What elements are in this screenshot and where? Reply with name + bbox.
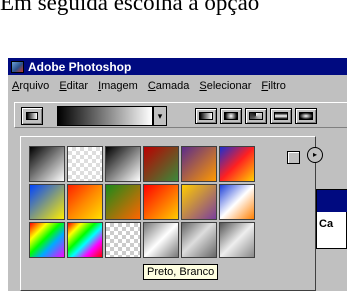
menu-arquivo-label: rquivo — [19, 80, 50, 92]
gradient-swatch[interactable] — [181, 184, 217, 220]
gradient-swatch[interactable] — [105, 146, 141, 182]
menu-arquivo[interactable]: Arquivo — [12, 80, 49, 92]
photoshop-app-icon — [11, 60, 24, 73]
menu-imagem[interactable]: Imagem — [98, 80, 138, 92]
gradient-swatch[interactable] — [219, 222, 255, 258]
gradient-swatch[interactable] — [143, 146, 179, 182]
gradient-swatch[interactable] — [219, 146, 255, 182]
instruction-caption: Em seguida escolha a opção — [0, 0, 260, 15]
gradient-swatch[interactable] — [29, 184, 65, 220]
menu-filtro[interactable]: Filtro — [261, 80, 285, 92]
photoshop-window: Adobe Photoshop Arquivo Editar Imagem Ca… — [8, 58, 347, 291]
gradient-tool-button[interactable] — [21, 107, 43, 125]
gradient-swatch[interactable] — [67, 184, 103, 220]
diamond-gradient-icon — [299, 112, 313, 120]
layers-panel-titlebar — [317, 190, 347, 212]
gradient-swatch[interactable] — [67, 222, 103, 258]
panel-menu-button[interactable]: ▸ — [307, 147, 323, 163]
chevron-down-icon: ▾ — [157, 111, 163, 121]
menu-editar-mnemonic: E — [59, 80, 67, 92]
menu-camada-mnemonic: C — [147, 80, 156, 92]
menu-selecionar-label: elecionar — [206, 80, 252, 92]
menu-filtro-label: iltro — [268, 80, 286, 92]
gradient-tool-icon — [26, 112, 38, 120]
menu-selecionar-mnemonic: S — [199, 80, 207, 92]
menu-selecionar[interactable]: Selecionar — [199, 80, 251, 92]
options-bar: ▾ — [14, 102, 347, 128]
gradient-swatch[interactable] — [219, 184, 255, 220]
gradient-picker-dropdown[interactable]: ▾ — [153, 106, 167, 126]
menu-camada[interactable]: Camada — [148, 80, 190, 92]
gradient-swatch[interactable] — [105, 184, 141, 220]
linear-gradient-button[interactable] — [195, 108, 217, 124]
radial-gradient-icon — [224, 112, 238, 120]
reflected-gradient-icon — [274, 112, 288, 120]
gradient-tooltip: Preto, Branco — [143, 264, 219, 280]
menu-arrow-icon: ▸ — [312, 150, 317, 159]
window-title: Adobe Photoshop — [28, 59, 132, 74]
menu-bar: Arquivo Editar Imagem Camada Selecionar … — [8, 75, 347, 97]
gradient-swatch[interactable] — [181, 222, 217, 258]
menu-editar[interactable]: Editar — [59, 80, 88, 92]
layers-panel-partial: Ca — [316, 189, 347, 249]
gradient-swatch[interactable] — [105, 222, 141, 258]
diamond-gradient-button[interactable] — [295, 108, 317, 124]
radial-gradient-button[interactable] — [220, 108, 242, 124]
gradient-swatch[interactable] — [181, 146, 217, 182]
gradient-swatch[interactable] — [143, 222, 179, 258]
gradient-picker-preview[interactable] — [57, 106, 153, 126]
gradient-swatch-grid — [29, 146, 287, 266]
angle-gradient-button[interactable] — [245, 108, 267, 124]
gradient-swatch[interactable] — [67, 146, 103, 182]
scroll-up-button[interactable] — [287, 151, 300, 164]
linear-gradient-icon — [199, 112, 213, 120]
menu-editar-label: ditar — [66, 80, 89, 92]
layers-panel-label: Ca — [319, 218, 334, 230]
gradient-swatch[interactable] — [29, 146, 65, 182]
reflected-gradient-button[interactable] — [270, 108, 292, 124]
title-bar: Adobe Photoshop — [8, 58, 347, 75]
gradient-swatch[interactable] — [143, 184, 179, 220]
menu-camada-label: amada — [155, 80, 190, 92]
gradient-swatch[interactable] — [29, 222, 65, 258]
menu-imagem-label: magem — [101, 80, 138, 92]
angle-gradient-icon — [249, 112, 263, 120]
